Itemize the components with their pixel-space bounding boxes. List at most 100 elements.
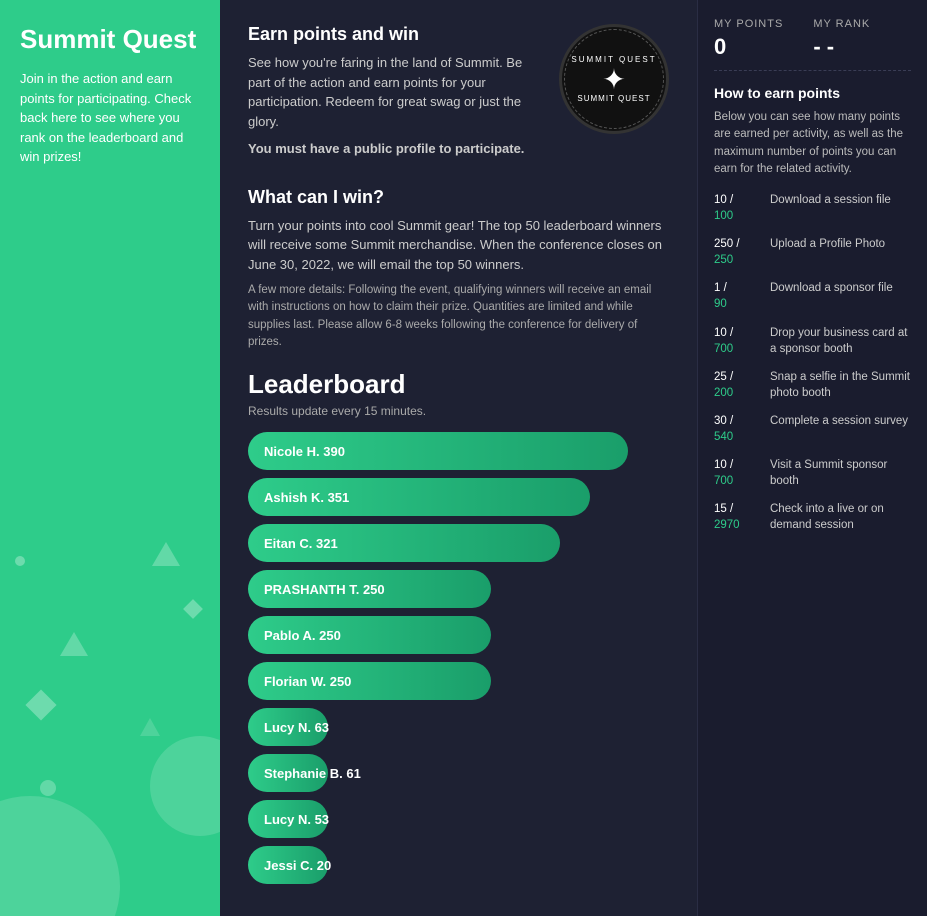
deco-triangle-3 xyxy=(140,718,160,736)
leaderboard-bar: Stephanie B. 61 xyxy=(248,754,328,792)
leaderboard-entry-text: Eitan C. 321 xyxy=(264,536,338,551)
activity-pts: 25 /200 xyxy=(714,369,762,401)
activity-name: Drop your business card at a sponsor boo… xyxy=(770,325,911,357)
deco-diamond-1 xyxy=(25,689,56,720)
leaderboard-entry-text: PRASHANTH T. 250 xyxy=(264,582,385,597)
leaderboard-bar: Eitan C. 321 xyxy=(248,524,560,562)
activity-name: Download a session file xyxy=(770,192,891,208)
win-para1: Turn your points into cool Summit gear! … xyxy=(248,216,669,275)
pts-earned: 1 / xyxy=(714,280,762,296)
deco-circle-medium xyxy=(150,736,220,836)
activity-name: Check into a live or on demand session xyxy=(770,501,911,533)
leaderboard-entry-text: Florian W. 250 xyxy=(264,674,351,689)
activity-pts: 30 /540 xyxy=(714,413,762,445)
earn-para1: See how you're faring in the land of Sum… xyxy=(248,53,539,131)
earn-text: Earn points and win See how you're farin… xyxy=(248,24,539,167)
pts-earned: 10 / xyxy=(714,325,762,341)
activity-row: 250 /250Upload a Profile Photo xyxy=(714,236,911,268)
leaderboard-section: Leaderboard Results update every 15 minu… xyxy=(248,369,669,884)
activity-pts: 1 /90 xyxy=(714,280,762,312)
pts-earned: 25 / xyxy=(714,369,762,385)
win-heading: What can I win? xyxy=(248,187,669,208)
leaderboard-row: Nicole H. 390 xyxy=(248,432,669,470)
pts-max: 540 xyxy=(714,429,762,445)
points-row: MY POINTS 0 MY RANK - - xyxy=(714,18,911,60)
leaderboard-row: Lucy N. 63 xyxy=(248,708,669,746)
leaderboard-rows: Nicole H. 390 Ashish K. 351 Eitan C. 321 PR… xyxy=(248,432,669,884)
pts-max: 2970 xyxy=(714,517,762,533)
activity-name: Upload a Profile Photo xyxy=(770,236,885,252)
sidebar-title: Summit Quest xyxy=(20,24,200,55)
summit-quest-logo: SUMMIT QUEST ✦ SUMMIT QUEST xyxy=(559,24,669,134)
leaderboard-bar: Lucy N. 53 xyxy=(248,800,328,838)
sidebar-decoration xyxy=(0,566,220,916)
pts-max: 200 xyxy=(714,385,762,401)
my-points-value: 0 xyxy=(714,34,783,60)
activity-name: Download a sponsor file xyxy=(770,280,893,296)
activity-row: 10 /700Visit a Summit sponsor booth xyxy=(714,457,911,489)
earn-heading: Earn points and win xyxy=(248,24,539,45)
earn-points-desc: Below you can see how many points are ea… xyxy=(714,109,911,178)
deco-triangle-1 xyxy=(60,632,88,656)
earn-points-title: How to earn points xyxy=(714,85,911,101)
activity-row: 10 /100 Download a session file xyxy=(714,192,911,224)
leaderboard-bar: Ashish K. 351 xyxy=(248,478,590,516)
sidebar-description: Join in the action and earn points for p… xyxy=(20,69,200,167)
leaderboard-row: Jessi C. 20 xyxy=(248,846,669,884)
leaderboard-update-note: Results update every 15 minutes. xyxy=(248,404,669,418)
leaderboard-entry-text: Ashish K. 351 xyxy=(264,490,349,505)
activity-pts: 10 /700 xyxy=(714,325,762,357)
leaderboard-bar: PRASHANTH T. 250 xyxy=(248,570,491,608)
activity-name: Snap a selfie in the Summit photo booth xyxy=(770,369,911,401)
pts-earned: 10 / xyxy=(714,192,762,208)
my-rank-value: - - xyxy=(813,34,870,60)
leaderboard-row: Eitan C. 321 xyxy=(248,524,669,562)
pts-max: 100 xyxy=(714,208,762,224)
activity-rows: 10 /100Download a session file250 /250Up… xyxy=(714,192,911,534)
leaderboard-bar: Florian W. 250 xyxy=(248,662,491,700)
leaderboard-entry-text: Lucy N. 63 xyxy=(264,720,329,735)
right-panel: MY POINTS 0 MY RANK - - How to earn poin… xyxy=(697,0,927,916)
pts-earned: 15 / xyxy=(714,501,762,517)
activity-pts: 15 /2970 xyxy=(714,501,762,533)
my-points-label: MY POINTS xyxy=(714,18,783,30)
activity-row: 15 /2970Check into a live or on demand s… xyxy=(714,501,911,533)
deco-triangle-2 xyxy=(152,542,180,566)
pts-earned: 10 / xyxy=(714,457,762,473)
deco-circle-large xyxy=(0,796,120,916)
activity-name: Complete a session survey xyxy=(770,413,908,429)
deco-dot-1 xyxy=(40,780,56,796)
deco-dot-2 xyxy=(15,556,25,566)
earn-section: Earn points and win See how you're farin… xyxy=(248,24,669,167)
win-section: What can I win? Turn your points into co… xyxy=(248,187,669,352)
leaderboard-row: Pablo A. 250 xyxy=(248,616,669,654)
leaderboard-heading: Leaderboard xyxy=(248,369,669,400)
leaderboard-entry-text: Stephanie B. 61 xyxy=(264,766,361,781)
pts-max: 700 xyxy=(714,473,762,489)
activity-name: Visit a Summit sponsor booth xyxy=(770,457,911,489)
leaderboard-bar: Jessi C. 20 xyxy=(248,846,328,884)
pts-earned: 250 / xyxy=(714,236,762,252)
activity-row: 25 /200Snap a selfie in the Summit photo… xyxy=(714,369,911,401)
leaderboard-bar: Lucy N. 63 xyxy=(248,708,328,746)
pts-max: 700 xyxy=(714,341,762,357)
my-points-block: MY POINTS 0 xyxy=(714,18,783,60)
leaderboard-row: Stephanie B. 61 xyxy=(248,754,669,792)
pts-max: 90 xyxy=(714,296,762,312)
main-content: Earn points and win See how you're farin… xyxy=(220,0,697,916)
leaderboard-row: Lucy N. 53 xyxy=(248,800,669,838)
activity-pts: 10 /700 xyxy=(714,457,762,489)
activity-row: 10 /700Drop your business card at a spon… xyxy=(714,325,911,357)
leaderboard-row: Ashish K. 351 xyxy=(248,478,669,516)
activity-pts: 10 /100 xyxy=(714,192,762,224)
leaderboard-entry-text: Lucy N. 53 xyxy=(264,812,329,827)
earn-para2: You must have a public profile to partic… xyxy=(248,139,539,159)
leaderboard-entry-text: Nicole H. 390 xyxy=(264,444,345,459)
leaderboard-entry-text: Jessi C. 20 xyxy=(264,858,331,873)
logo-border xyxy=(564,29,664,129)
my-rank-label: MY RANK xyxy=(813,18,870,30)
leaderboard-row: Florian W. 250 xyxy=(248,662,669,700)
sidebar: Summit Quest Join in the action and earn… xyxy=(0,0,220,916)
activity-row: 1 /90 Download a sponsor file xyxy=(714,280,911,312)
activity-row: 30 /540 Complete a session survey xyxy=(714,413,911,445)
